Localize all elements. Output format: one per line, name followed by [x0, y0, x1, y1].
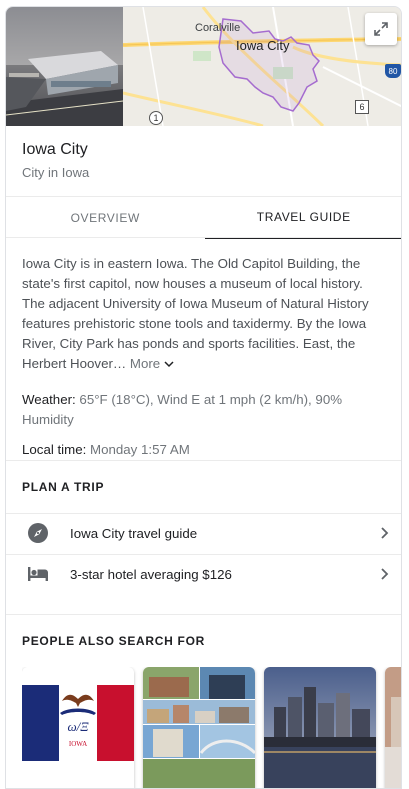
more-label: More [129, 356, 161, 371]
place-subtitle: City in Iowa [22, 165, 90, 180]
description: Iowa City is in eastern Iowa. The Old Ca… [22, 254, 384, 374]
related-item-partial[interactable] [385, 667, 401, 788]
place-photo[interactable] [6, 7, 123, 126]
map-label-coralville: Coralville [195, 22, 241, 34]
hotel-row[interactable]: 3-star hotel averaging $126 [6, 554, 401, 594]
bed-icon [28, 567, 48, 581]
chevron-right-icon [381, 568, 389, 580]
svg-text:ω/Ξ: ω/Ξ [67, 719, 89, 734]
chevron-down-icon [164, 361, 174, 368]
route-6-badge: 6 [355, 100, 369, 114]
flag-text: IOWA [68, 740, 88, 748]
section-divider [6, 460, 401, 461]
tab-travel-guide[interactable]: TRAVEL GUIDE [204, 197, 401, 239]
related-item-collage[interactable] [143, 667, 255, 788]
expand-map-button[interactable] [365, 13, 397, 45]
map-label-iowa-city: Iowa City [236, 38, 290, 53]
weather-fact: Weather: 65°F (18°C), Wind E at 1 mph (2… [22, 390, 384, 430]
related-carousel: ω/Ξ IOWA [22, 667, 401, 788]
local-time-key: Local time: [22, 442, 87, 457]
tab-bar: OVERVIEW TRAVEL GUIDE [6, 196, 401, 239]
tab-divider [6, 237, 401, 238]
route-1-badge: 1 [149, 111, 163, 125]
route-80-badge: 80 [385, 64, 401, 78]
hotel-label: 3-star hotel averaging $126 [70, 566, 232, 582]
more-link[interactable]: More [130, 356, 174, 371]
tab-overview[interactable]: OVERVIEW [6, 197, 205, 239]
chevron-right-icon [381, 527, 389, 539]
place-title: Iowa City [22, 141, 88, 158]
travel-guide-label: Iowa City travel guide [70, 525, 198, 541]
location-map[interactable]: Coralville Iowa City 1 6 80 [123, 7, 401, 126]
local-time-fact: Local time: Monday 1:57 AM [22, 440, 384, 460]
related-item-skyline[interactable] [264, 667, 376, 788]
section-divider [6, 614, 401, 615]
related-item-iowa[interactable]: ω/Ξ IOWA [22, 667, 134, 788]
plan-trip-heading: PLAN A TRIP [22, 480, 105, 494]
local-time-value: Monday 1:57 AM [90, 442, 190, 457]
expand-icon [374, 22, 388, 36]
travel-guide-row[interactable]: Iowa City travel guide [6, 513, 401, 553]
title-area: Iowa City City in Iowa [6, 126, 401, 196]
hero-images: Coralville Iowa City 1 6 80 [6, 7, 401, 126]
compass-icon [28, 523, 48, 543]
description-text: Iowa City is in eastern Iowa. The Old Ca… [22, 256, 369, 371]
people-also-search-heading: PEOPLE ALSO SEARCH FOR [22, 634, 205, 648]
weather-key: Weather: [22, 392, 76, 407]
knowledge-panel: Coralville Iowa City 1 6 80 Iowa City Ci… [5, 6, 402, 789]
